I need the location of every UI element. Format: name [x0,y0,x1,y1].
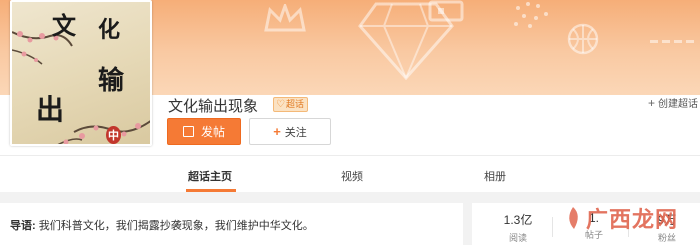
guide-prefix: 导语: [10,220,36,232]
stat-divider [552,217,553,237]
watermark-text: 广西龙网 [586,207,679,233]
active-tab-indicator [186,189,236,192]
avatar-char-1: 文 [52,11,76,40]
crown-icon [264,4,306,32]
edit-icon [182,126,194,137]
follow-label: 关注 [284,126,307,139]
avatar: 文 化 输 出 中 [10,0,152,146]
tab-bar: 超话主页 视频 相册 [0,155,700,192]
stat-reads: 1.3亿 阅读 [488,211,548,244]
avatar-char-4: 出 [36,93,65,126]
post-label: 发帖 [200,125,225,139]
fireworks-icon [514,2,548,28]
heart-icon: ♡ [276,99,285,110]
post-button[interactable]: 发帖 [167,118,241,145]
tab-home[interactable]: 超话主页 [188,168,232,184]
create-super-topic-link[interactable]: + 创建超话 [648,95,699,111]
plus-icon: + [273,124,281,139]
stat-reads-label: 阅读 [508,233,527,243]
leaf-logo-icon [569,207,578,229]
badge-label: 超话 [285,99,304,109]
avatar-char-2: 化 [98,17,121,43]
topic-title: 文化输出现象 [168,98,259,115]
create-label: 创建超话 [658,99,699,110]
avatar-seal: 中 [106,126,121,144]
medal-icon [428,0,464,22]
plum-branch-illustration [12,31,150,144]
stat-reads-value: 1.3亿 [503,213,533,227]
tab-video[interactable]: 视频 [341,168,363,184]
guide-body: 我们科普文化，我们揭露抄袭现象，我们维护中华文化。 [38,220,314,232]
super-topic-badge: ♡ 超话 [273,97,308,112]
plus-icon: + [648,95,656,110]
guide-panel: 导语: 我们科普文化，我们揭露抄袭现象，我们维护中华文化。 [0,203,463,245]
watermark: 广西龙网 [562,202,678,234]
avatar-char-3: 输 [98,66,125,96]
guide-text: 导语: 我们科普文化，我们揭露抄袭现象，我们维护中华文化。 [10,217,314,233]
tab-album[interactable]: 相册 [484,168,506,184]
basketball-icon [567,23,599,55]
lines-icon [650,40,694,43]
follow-button[interactable]: + 关注 [249,118,331,145]
